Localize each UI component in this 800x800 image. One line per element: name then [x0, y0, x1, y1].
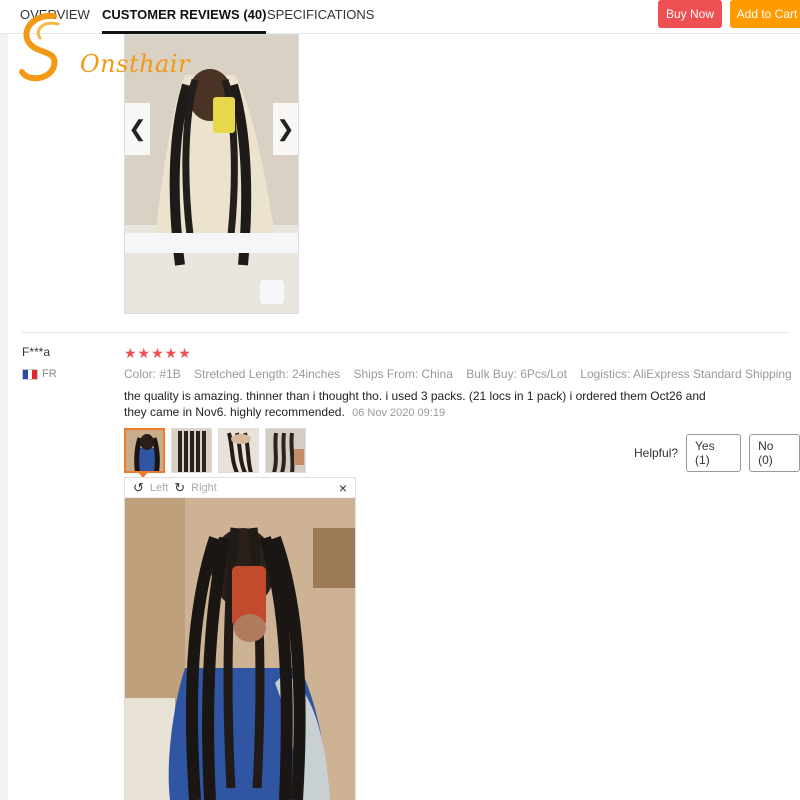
add-to-cart-button[interactable]: Add to Cart [730, 0, 800, 28]
helpful-no-button[interactable]: No (0) [749, 434, 800, 472]
rotate-right-icon[interactable]: ↻ [174, 480, 185, 496]
review-thumbnail[interactable] [171, 428, 212, 473]
chevron-left-icon[interactable]: ❮ [125, 103, 150, 155]
helpful-label: Helpful? [634, 446, 679, 460]
chevron-right-icon[interactable]: ❯ [273, 103, 298, 155]
flag-fr-icon [22, 368, 38, 380]
attr-length: Stretched Length: 24inches [194, 367, 341, 381]
reviewer-country: FR [22, 368, 57, 380]
attr-color: Color: #1B [124, 367, 181, 381]
viewer-photo [125, 498, 355, 800]
attr-logistics: Logistics: AliExpress Standard Shipping [580, 367, 792, 381]
page-gutter [0, 0, 8, 800]
reviewer-name: F***a [22, 345, 51, 359]
review-thumbnail[interactable] [218, 428, 259, 473]
review-attributes: Color: #1B Stretched Length: 24inches Sh… [124, 367, 800, 381]
brand-swirl-icon [19, 12, 60, 82]
review-thumbnail[interactable] [265, 428, 306, 473]
country-code: FR [42, 368, 57, 380]
star-rating: ★★★★★ [124, 345, 192, 361]
attr-bulk-buy: Bulk Buy: 6Pcs/Lot [466, 367, 567, 381]
rotate-right-label[interactable]: Right [191, 482, 217, 494]
rotate-left-icon[interactable]: ↺ [133, 480, 144, 496]
close-icon[interactable]: × [339, 480, 347, 496]
review-thumbnails [124, 428, 306, 473]
rotate-left-label[interactable]: Left [150, 482, 168, 494]
attr-ships-from: Ships From: China [353, 367, 453, 381]
review-divider [22, 332, 788, 333]
viewer-toolbar: ↺ Left ↻ Right [125, 478, 355, 498]
review-date: 06 Nov 2020 09:19 [352, 407, 446, 419]
tab-specifications[interactable]: SPECIFICATIONS [267, 0, 374, 34]
review-thumbnail[interactable] [124, 428, 165, 473]
image-viewer: ↺ Left ↻ Right × [124, 477, 356, 800]
brand-logo: Onsthair [14, 10, 204, 92]
review-body: the quality is amazing. thinner than i t… [124, 388, 714, 421]
brand-logo-text: Onsthair [80, 50, 191, 78]
helpful-voting: Helpful? Yes (1) No (0) [634, 434, 800, 472]
buy-now-button[interactable]: Buy Now [658, 0, 722, 28]
helpful-yes-button[interactable]: Yes (1) [686, 434, 742, 472]
photo-mirror-selfie [125, 498, 355, 800]
